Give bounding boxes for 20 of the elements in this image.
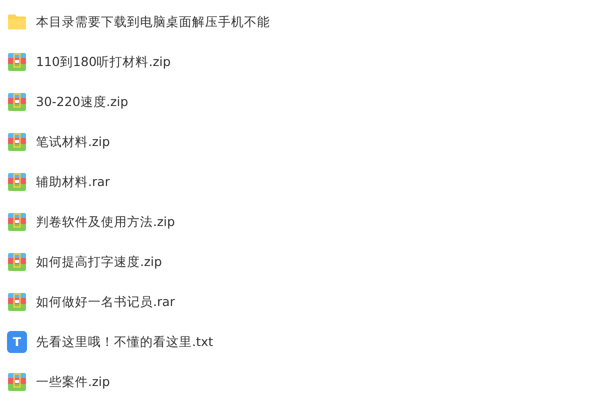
file-name[interactable]: 如何提高打字速度.zip (36, 252, 162, 272)
archive-icon (7, 252, 27, 272)
archive-icon (7, 132, 27, 152)
file-name[interactable]: 110到180听打材料.zip (36, 52, 171, 72)
folder-icon (7, 12, 27, 32)
archive-icon (7, 52, 27, 72)
file-name[interactable]: 一些案件.zip (36, 372, 110, 392)
file-name[interactable]: 30-220速度.zip (36, 92, 128, 112)
archive-icon (7, 172, 27, 192)
text-file-icon: T (7, 331, 27, 353)
file-name[interactable]: 笔试材料.zip (36, 132, 110, 152)
file-name[interactable]: 本目录需要下载到电脑桌面解压手机不能 (36, 12, 270, 32)
archive-icon (7, 212, 27, 232)
archive-icon (7, 92, 27, 112)
archive-icon (7, 372, 27, 392)
file-name[interactable]: 先看这里哦！不懂的看这里.txt (36, 332, 214, 352)
file-name[interactable]: 判卷软件及使用方法.zip (36, 212, 175, 232)
file-name[interactable]: 辅助材料.rar (36, 172, 110, 192)
file-name[interactable]: 如何做好一名书记员.rar (36, 292, 175, 312)
archive-icon (7, 292, 27, 312)
